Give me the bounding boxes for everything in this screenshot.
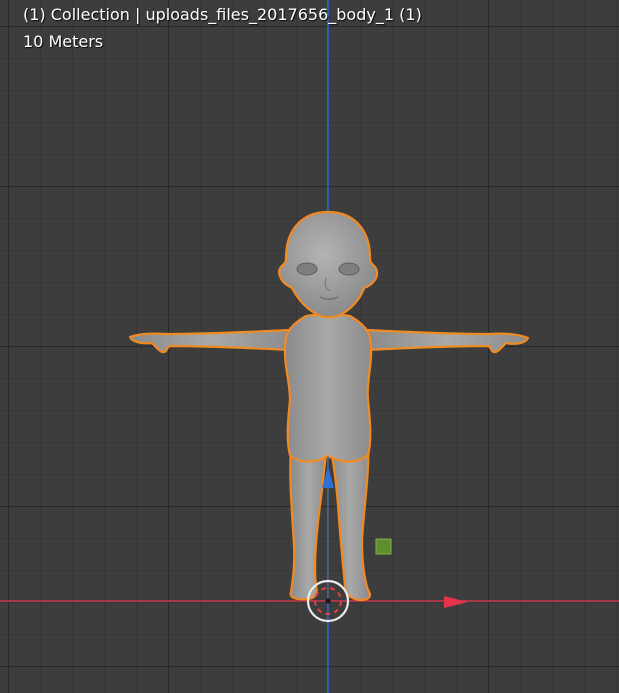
right-leg bbox=[328, 438, 371, 602]
viewport-scene[interactable] bbox=[0, 0, 619, 693]
left-eye bbox=[296, 262, 318, 276]
head bbox=[277, 210, 379, 319]
torso bbox=[283, 313, 373, 463]
right-eye bbox=[338, 262, 360, 276]
gizmo-x-arrow[interactable] bbox=[444, 596, 468, 608]
3d-viewport[interactable]: (1) Collection | uploads_files_2017656_b… bbox=[0, 0, 619, 693]
gizmo-xy-plane-handle[interactable] bbox=[375, 538, 392, 555]
right-arm bbox=[364, 328, 530, 354]
left-leg bbox=[289, 438, 329, 601]
left-arm bbox=[128, 328, 292, 354]
viewport-title: (1) Collection | uploads_files_2017656_b… bbox=[23, 5, 422, 24]
grid-scale-label: 10 Meters bbox=[23, 32, 104, 51]
character-body-mesh[interactable] bbox=[128, 210, 530, 602]
